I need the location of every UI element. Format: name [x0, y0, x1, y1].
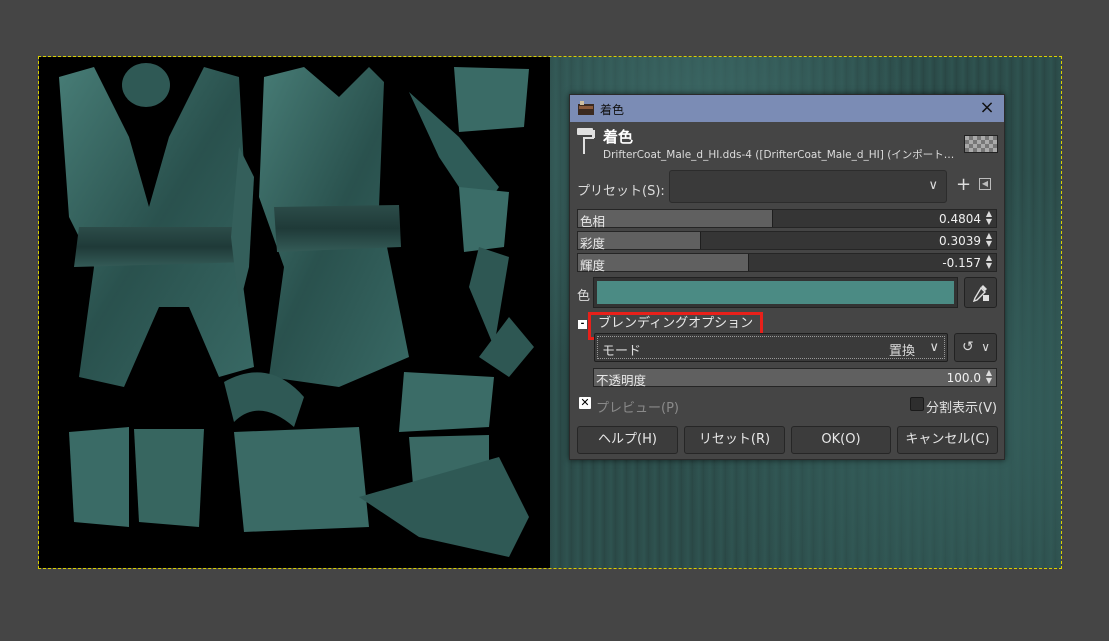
opacity-label: 不透明度: [596, 373, 647, 388]
mode-label: モード: [602, 344, 642, 359]
hue-slider[interactable]: 色相 0.4804 ▲ ▼: [577, 209, 997, 229]
chevron-down-icon: ∨: [928, 178, 938, 193]
lightness-slider[interactable]: 輝度 -0.157 ▲ ▼: [577, 253, 997, 273]
split-view-checkbox[interactable]: [910, 397, 924, 411]
hue-value: 0.4804: [939, 212, 981, 226]
texture-image-left: [59, 63, 534, 557]
cancel-button[interactable]: キャンセル(C): [897, 426, 998, 454]
preset-label: プリセット(S):: [577, 184, 665, 199]
dialog-window-title: 着色: [600, 103, 625, 117]
lightness-value: -0.157: [942, 256, 981, 270]
opacity-slider[interactable]: 不透明度 100.0 ▲ ▼: [593, 368, 997, 388]
preview-label[interactable]: プレビュー(P): [596, 397, 679, 416]
hue-slider-fill: [578, 210, 774, 227]
opacity-value: 100.0: [946, 371, 981, 385]
saturation-slider[interactable]: 彩度 0.3039 ▲ ▼: [577, 231, 997, 251]
color-swatch: [597, 281, 954, 304]
spin-arrows-icon[interactable]: ▲ ▼: [984, 254, 994, 271]
opacity-slider-fill: [594, 369, 996, 386]
plus-icon[interactable]: +: [956, 176, 971, 194]
paint-roller-icon: [577, 128, 595, 154]
spin-arrows-icon[interactable]: ▲ ▼: [984, 369, 994, 386]
preset-dropdown[interactable]: ∨: [669, 170, 947, 203]
composite-mode-button[interactable]: ↺ ∨: [954, 333, 997, 362]
lightness-label: 輝度: [580, 258, 606, 273]
dialog-header-title: 着色: [603, 128, 634, 146]
mode-dropdown[interactable]: モード 置換 ∨: [594, 333, 948, 362]
dialog-header-subtitle: DrifterCoat_Male_d_HI.dds-4 ([DrifterCoa…: [603, 149, 955, 161]
mode-value: 置換: [888, 344, 915, 359]
colorize-dialog: 着色 × 着色 DrifterCoat_Male_d_HI.dds-4 ([Dr…: [569, 94, 1005, 460]
chevron-down-icon: ∨: [981, 340, 990, 354]
color-label: 色: [577, 289, 591, 304]
hue-label: 色相: [580, 214, 606, 229]
color-button[interactable]: [593, 277, 958, 308]
preview-checkbox[interactable]: ✕: [579, 397, 591, 409]
reset-composite-icon: ↺: [962, 339, 974, 355]
saturation-value: 0.3039: [939, 234, 981, 248]
collapse-icon[interactable]: -: [578, 320, 587, 329]
close-icon[interactable]: ×: [976, 98, 998, 120]
saturation-label: 彩度: [580, 236, 606, 251]
triangle-left-icon[interactable]: ◀: [979, 178, 991, 190]
reset-button[interactable]: リセット(R): [684, 426, 785, 454]
help-button[interactable]: ヘルプ(H): [577, 426, 678, 454]
layer-thumbnail: [964, 135, 998, 153]
dialog-titlebar[interactable]: 着色 ×: [570, 95, 1004, 122]
spin-arrows-icon[interactable]: ▲ ▼: [984, 232, 994, 249]
colorize-icon: [578, 101, 594, 115]
ok-button[interactable]: OK(O): [791, 426, 891, 454]
eyedropper-icon[interactable]: [964, 277, 997, 308]
split-view-label[interactable]: 分割表示(V): [926, 397, 997, 416]
chevron-down-icon: ∨: [929, 340, 939, 355]
spin-arrows-icon[interactable]: ▲ ▼: [984, 210, 994, 227]
